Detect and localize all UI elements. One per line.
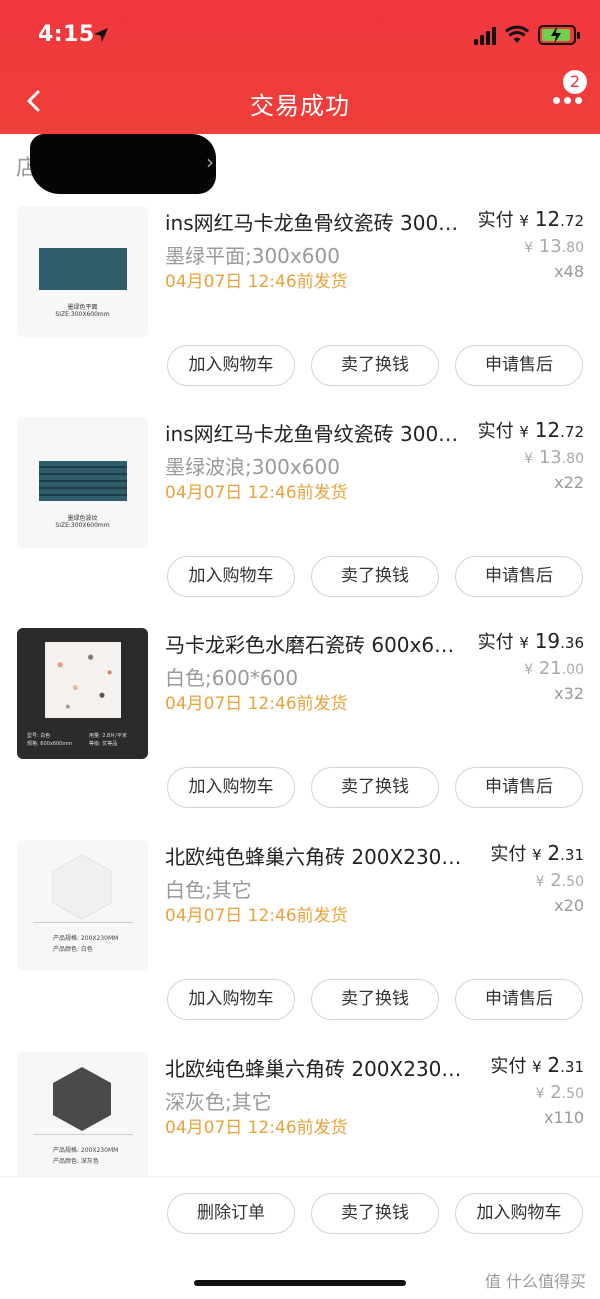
ship-time: 04月07日 12:46前发货 bbox=[165, 272, 348, 292]
order-item[interactable]: 型号: 白色 规格: 600x600mm 用量: 2.8片/平米 等级: 优等品… bbox=[0, 628, 600, 839]
quantity: x22 bbox=[554, 473, 584, 492]
watermark: 值 什么值得买 bbox=[484, 1272, 586, 1291]
order-item[interactable]: 产品规格: 200X230MM 产品颜色: 白色 北欧纯色蜂巢六角砖 200X2… bbox=[0, 840, 600, 1051]
header: 4:15 交易成功 2 bbox=[0, 0, 600, 134]
thumb-caption: 产品规格: 200X230MM bbox=[53, 935, 119, 942]
order-item[interactable]: 墨绿色波纹 SIZE:300X600mm ins网红马卡龙鱼骨纹瓷砖 300… … bbox=[0, 417, 600, 628]
product-name[interactable]: 北欧纯色蜂巢六角砖 200X230 … bbox=[165, 841, 465, 870]
paid-price: 实付 ¥ 12.72 bbox=[477, 207, 584, 231]
message-badge: 2 bbox=[563, 70, 587, 94]
thumb-caption: SIZE:300X600mm bbox=[55, 311, 110, 318]
product-spec: 深灰色;其它 bbox=[165, 1090, 272, 1114]
quantity: x110 bbox=[543, 1108, 584, 1127]
signal-icon bbox=[474, 27, 498, 45]
quantity: x48 bbox=[554, 262, 584, 281]
location-arrow-icon bbox=[94, 28, 108, 42]
original-price: ¥ 13.80 bbox=[524, 447, 584, 468]
product-spec: 墨绿波浪;300x600 bbox=[165, 455, 340, 479]
wifi-icon bbox=[505, 25, 529, 43]
original-price: ¥ 2.50 bbox=[535, 1082, 584, 1103]
product-name[interactable]: ins网红马卡龙鱼骨纹瓷砖 300… bbox=[165, 207, 465, 236]
paid-price: 实付 ¥ 2.31 bbox=[490, 1053, 584, 1077]
thumb-caption: 规格: 600x600mm bbox=[27, 741, 73, 747]
hexagon-tile-icon bbox=[53, 1067, 111, 1131]
home-indicator[interactable] bbox=[194, 1280, 406, 1286]
product-thumbnail[interactable]: 产品规格: 200X230MM 产品颜色: 白色 bbox=[17, 840, 148, 971]
original-price: ¥ 21.00 bbox=[524, 658, 584, 679]
quantity: x32 bbox=[554, 684, 584, 703]
ship-time: 04月07日 12:46前发货 bbox=[165, 906, 348, 926]
nav-bar: 交易成功 bbox=[0, 72, 600, 132]
after-sales-button[interactable]: 申请售后 bbox=[455, 767, 583, 808]
original-price: ¥ 13.80 bbox=[524, 236, 584, 257]
product-name[interactable]: 北欧纯色蜂巢六角砖 200X230 … bbox=[165, 1053, 465, 1082]
more-icon[interactable] bbox=[553, 97, 583, 105]
after-sales-button[interactable]: 申请售后 bbox=[455, 979, 583, 1020]
resell-button[interactable]: 卖了换钱 bbox=[311, 345, 439, 386]
status-time: 4:15 bbox=[38, 22, 95, 47]
product-thumbnail[interactable]: 墨绿色波纹 SIZE:300X600mm bbox=[17, 417, 148, 548]
order-item[interactable]: 墨绿色平面 SIZE:300X600mm ins网红马卡龙鱼骨纹瓷砖 300… … bbox=[0, 206, 600, 417]
product-name[interactable]: 马卡龙彩色水磨石瓷砖 600x6… bbox=[165, 629, 465, 658]
paid-price: 实付 ¥ 2.31 bbox=[490, 841, 584, 865]
add-to-cart-button[interactable]: 加入购物车 bbox=[167, 556, 295, 597]
thumb-caption: 产品规格: 200X230MM bbox=[53, 1147, 119, 1154]
add-to-cart-button[interactable]: 加入购物车 bbox=[167, 345, 295, 386]
product-spec: 白色;600*600 bbox=[165, 666, 299, 690]
add-to-cart-button[interactable]: 加入购物车 bbox=[167, 979, 295, 1020]
quantity: x20 bbox=[554, 896, 584, 915]
thumb-caption: 等级: 优等品 bbox=[89, 741, 118, 747]
ship-time: 04月07日 12:46前发货 bbox=[165, 483, 348, 503]
product-thumbnail[interactable]: 产品规格: 200X230MM 产品颜色: 深灰色 bbox=[17, 1052, 148, 1176]
thumb-caption: SIZE:300X600mm bbox=[55, 522, 110, 529]
paid-price: 实付 ¥ 19.36 bbox=[477, 629, 584, 653]
redacted-shop-name bbox=[30, 134, 216, 194]
page-title: 交易成功 bbox=[250, 92, 350, 120]
ship-time: 04月07日 12:46前发货 bbox=[165, 694, 348, 714]
after-sales-button[interactable]: 申请售后 bbox=[455, 556, 583, 597]
resell-button[interactable]: 卖了换钱 bbox=[311, 556, 439, 597]
resell-button[interactable]: 卖了换钱 bbox=[311, 1193, 439, 1234]
hexagon-tile-icon bbox=[52, 854, 112, 920]
original-price: ¥ 2.50 bbox=[535, 870, 584, 891]
thumb-caption: 墨绿色平面 bbox=[67, 304, 98, 311]
thumb-caption: 型号: 白色 bbox=[27, 733, 51, 739]
product-spec: 白色;其它 bbox=[165, 878, 252, 902]
resell-button[interactable]: 卖了换钱 bbox=[311, 979, 439, 1020]
product-thumbnail[interactable]: 型号: 白色 规格: 600x600mm 用量: 2.8片/平米 等级: 优等品 bbox=[17, 628, 148, 759]
delete-order-button[interactable]: 删除订单 bbox=[167, 1193, 295, 1234]
after-sales-button[interactable]: 申请售后 bbox=[455, 345, 583, 386]
ship-time: 04月07日 12:46前发货 bbox=[165, 1118, 348, 1138]
thumb-caption: 产品颜色: 深灰色 bbox=[53, 1158, 99, 1165]
product-thumbnail[interactable]: 墨绿色平面 SIZE:300X600mm bbox=[17, 206, 148, 337]
status-bar: 4:15 bbox=[0, 0, 600, 72]
order-item[interactable]: 产品规格: 200X230MM 产品颜色: 深灰色 北欧纯色蜂巢六角砖 200X… bbox=[0, 1052, 600, 1176]
chevron-right-icon: › bbox=[206, 150, 214, 174]
add-to-cart-button[interactable]: 加入购物车 bbox=[455, 1193, 583, 1234]
product-name[interactable]: ins网红马卡龙鱼骨纹瓷砖 300… bbox=[165, 418, 465, 447]
battery-icon bbox=[538, 25, 580, 45]
thumb-caption: 用量: 2.8片/平米 bbox=[89, 733, 127, 739]
product-spec: 墨绿平面;300x600 bbox=[165, 244, 340, 268]
add-to-cart-button[interactable]: 加入购物车 bbox=[167, 767, 295, 808]
paid-price: 实付 ¥ 12.72 bbox=[477, 418, 584, 442]
thumb-caption: 产品颜色: 白色 bbox=[53, 946, 93, 953]
resell-button[interactable]: 卖了换钱 bbox=[311, 767, 439, 808]
thumb-caption: 墨绿色波纹 bbox=[67, 515, 98, 522]
